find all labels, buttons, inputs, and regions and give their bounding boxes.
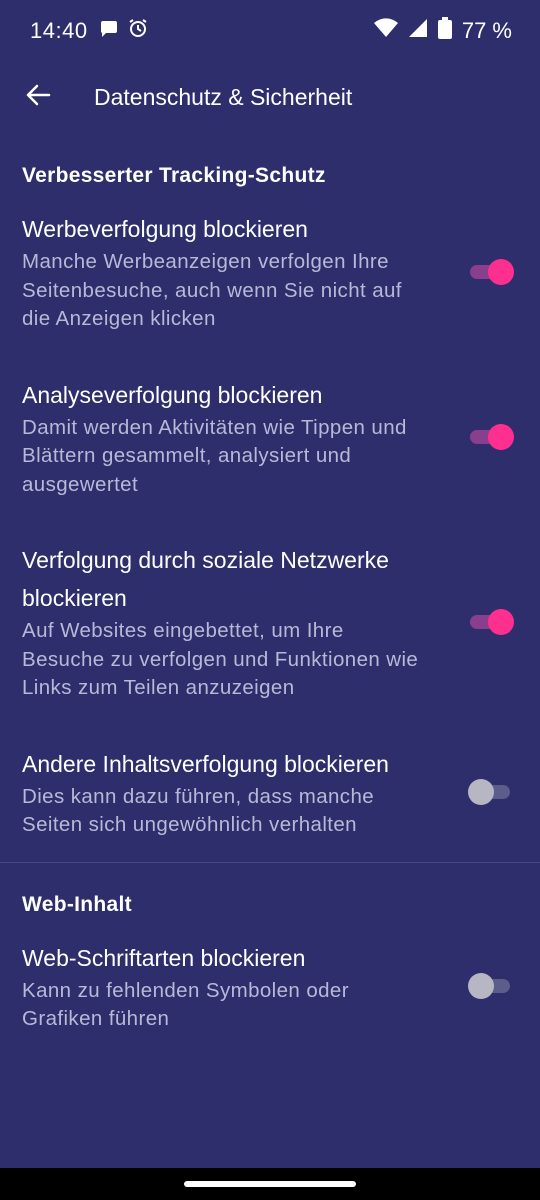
setting-title: Werbeverfolgung blockieren bbox=[22, 216, 308, 242]
setting-analytics-tracking[interactable]: Analyseverfolgung blockieren Damit werde… bbox=[0, 376, 540, 500]
toggle-thumb bbox=[488, 608, 514, 635]
setting-title: Andere Inhaltsverfolgung blockieren bbox=[22, 750, 389, 777]
setting-description: Manche Werbeanzeigen verfolgen Ihre Seit… bbox=[22, 250, 402, 330]
status-time: 14:40 bbox=[30, 18, 88, 43]
setting-social-tracking[interactable]: Verfolgung durch soziale Netzwerke block… bbox=[0, 541, 540, 703]
social-tracking-toggle[interactable] bbox=[468, 607, 514, 637]
setting-description: Damit werden Aktivitäten wie Tippen und … bbox=[22, 415, 407, 496]
toggle-thumb bbox=[488, 424, 514, 451]
arrow-left-icon bbox=[24, 81, 52, 114]
page-title: Datenschutz & Sicherheit bbox=[94, 83, 353, 110]
setting-title: Analyseverfolgung blockieren bbox=[22, 381, 323, 408]
alarm-icon bbox=[128, 18, 148, 44]
setting-description: Kann zu fehlenden Symbolen oder Grafiken… bbox=[22, 978, 349, 1031]
setting-ad-tracking[interactable]: Werbeverfolgung blockieren Manche Werbea… bbox=[0, 210, 540, 334]
home-indicator[interactable] bbox=[184, 1181, 356, 1187]
setting-description: Dies kann dazu führen, dass manche Seite… bbox=[22, 784, 375, 837]
status-bar: 14:40 77 % bbox=[0, 0, 540, 62]
back-button[interactable] bbox=[10, 69, 66, 125]
toggle-thumb bbox=[468, 973, 494, 999]
setting-title: Web-Schriftarten blockieren bbox=[22, 944, 306, 971]
screen: 14:40 77 % Datenschutz & Sicherheit Verb… bbox=[0, 0, 540, 1200]
navigation-bar bbox=[0, 1168, 540, 1200]
setting-content-tracking[interactable]: Andere Inhaltsverfolgung blockieren Dies… bbox=[0, 745, 540, 840]
message-icon bbox=[98, 18, 118, 44]
setting-title: Verfolgung durch soziale Netzwerke block… bbox=[22, 547, 389, 611]
wifi-icon bbox=[373, 18, 398, 44]
web-fonts-toggle[interactable] bbox=[468, 971, 514, 1001]
status-left: 14:40 bbox=[30, 18, 148, 44]
section-header-tracking: Verbesserter Tracking-Schutz bbox=[22, 164, 326, 187]
setting-web-fonts[interactable]: Web-Schriftarten blockieren Kann zu fehl… bbox=[0, 939, 540, 1034]
analytics-tracking-toggle[interactable] bbox=[468, 422, 514, 452]
settings-list: Verbesserter Tracking-Schutz Werbeverfol… bbox=[0, 132, 540, 1034]
content-tracking-toggle[interactable] bbox=[468, 777, 514, 807]
setting-description: Auf Websites eingebettet, um Ihre Besuch… bbox=[22, 619, 419, 699]
status-right: 77 % bbox=[373, 17, 512, 45]
toggle-thumb bbox=[488, 258, 514, 285]
battery-icon bbox=[437, 17, 452, 45]
ad-tracking-toggle[interactable] bbox=[468, 257, 514, 287]
section-header-web-content: Web-Inhalt bbox=[22, 892, 132, 916]
toggle-thumb bbox=[468, 779, 494, 805]
app-bar: Datenschutz & Sicherheit bbox=[0, 62, 540, 132]
battery-percentage: 77 % bbox=[461, 18, 512, 43]
signal-icon bbox=[408, 18, 428, 44]
